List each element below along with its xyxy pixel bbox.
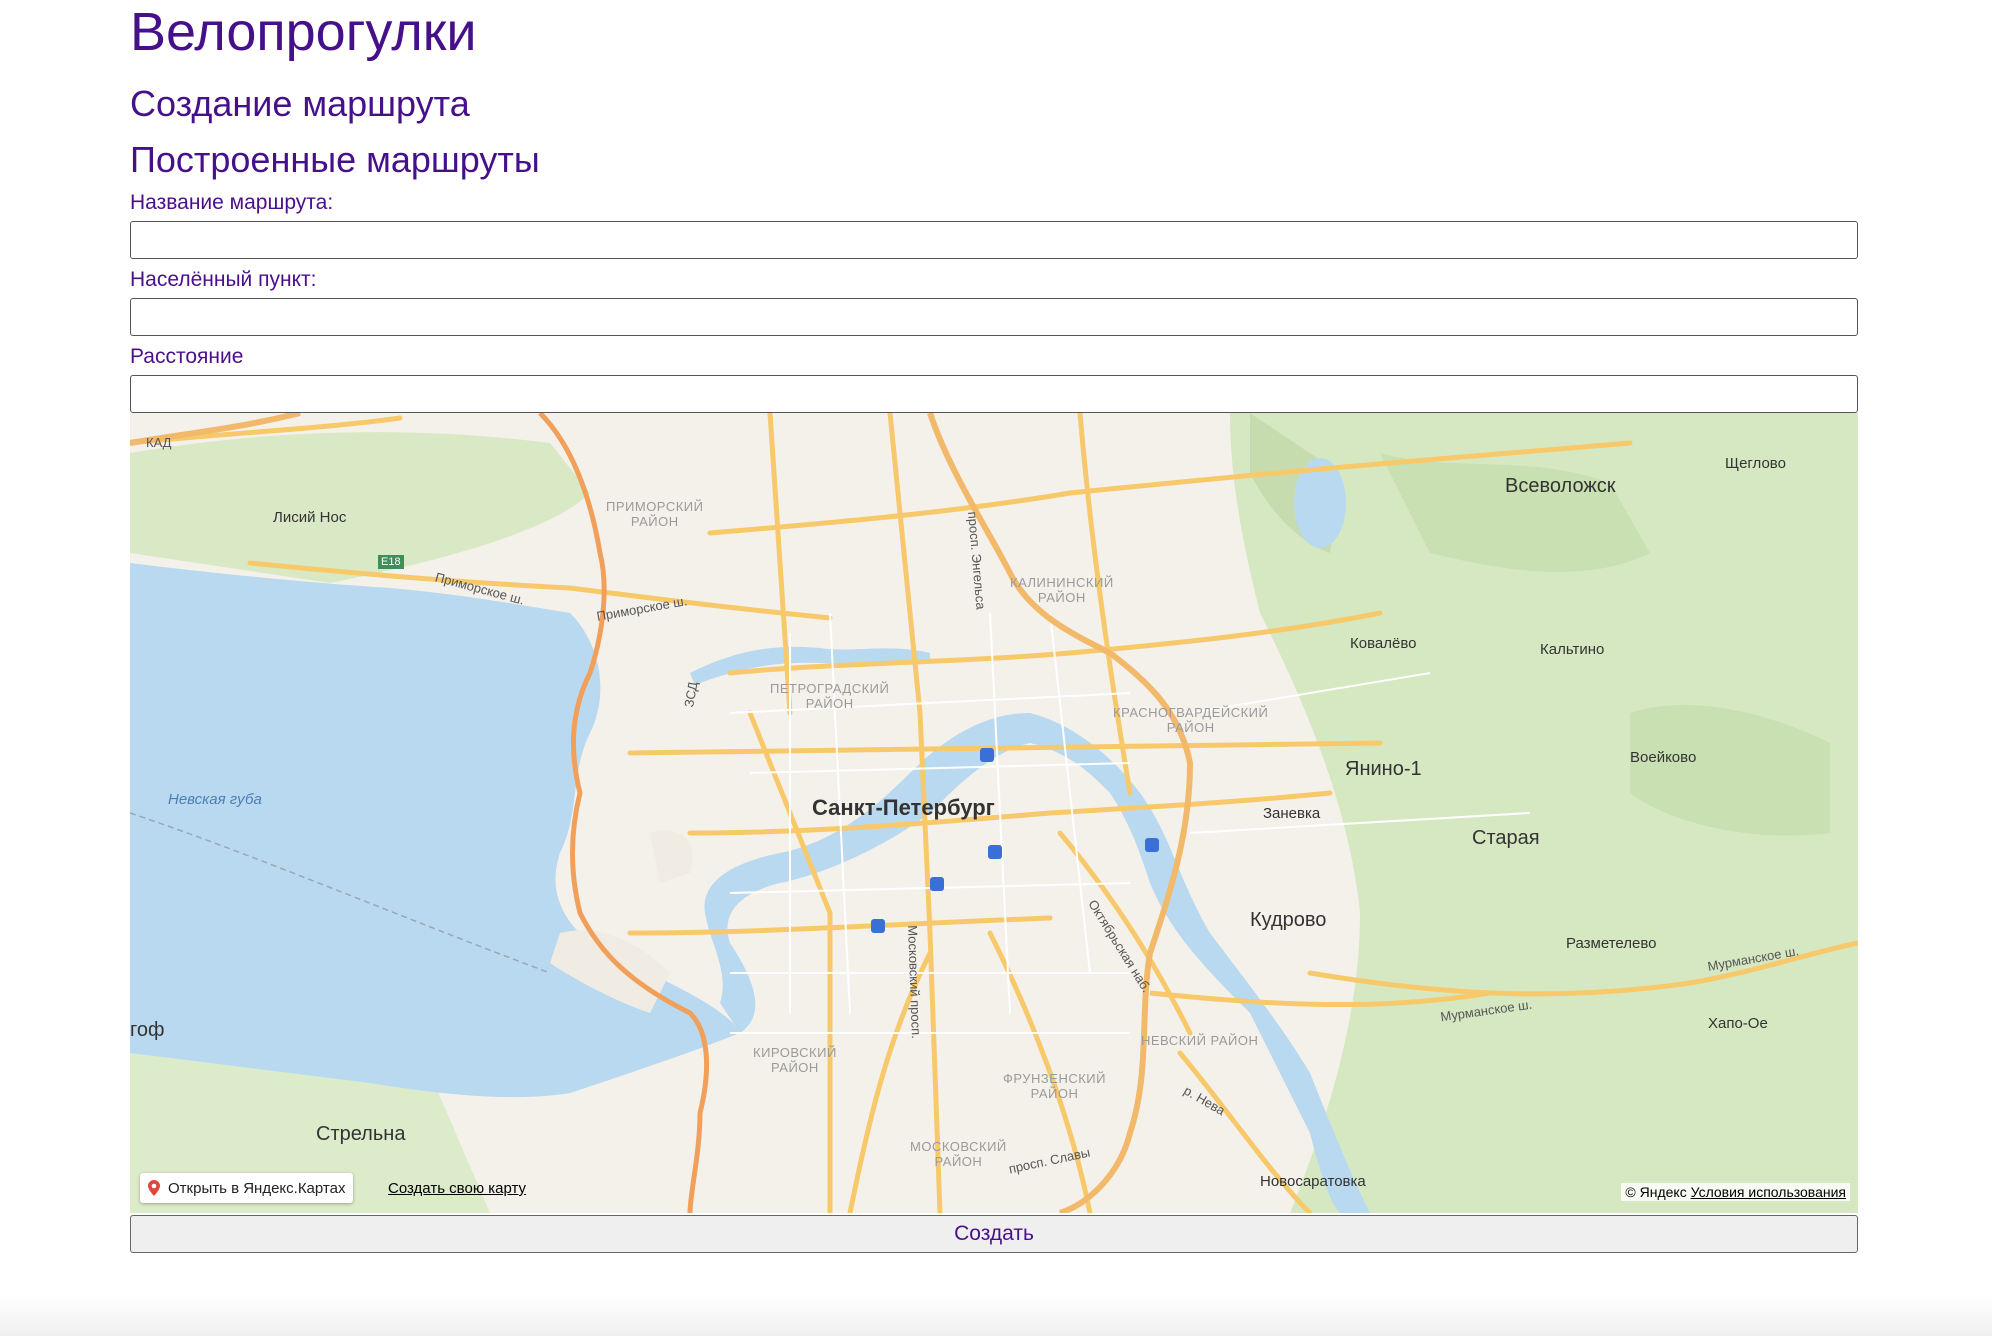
map-label-frunzensky: ФРУНЗЕНСКИЙ РАЙОН — [1003, 1071, 1106, 1101]
nav-create-route[interactable]: Создание маршрута — [130, 82, 1858, 126]
map-label-spb: Санкт-Петербург — [812, 795, 995, 820]
map-label-razmetelevo: Разметелево — [1566, 935, 1657, 952]
map-label-lisiy-nos: Лисий Нос — [273, 509, 347, 526]
open-in-yandex-label: Открыть в Яндекс.Картах — [168, 1179, 346, 1197]
map-label-strelna: Стрельна — [316, 1123, 406, 1145]
open-in-yandex-button[interactable]: Открыть в Яндекс.Картах — [140, 1173, 354, 1203]
route-map[interactable]: Санкт-Петербург Всеволожск Щеглово Лисий… — [130, 413, 1858, 1213]
map-label-khapo-oe: Хапо-Ое — [1708, 1015, 1768, 1032]
map-label-nevsky: НЕВСКИЙ РАЙОН — [1141, 1033, 1259, 1048]
map-label-kad: КАД — [146, 435, 172, 450]
map-label-kirovsky: КИРОВСКИЙ РАЙОН — [753, 1045, 837, 1075]
map-label-petergof: гоф — [130, 1019, 165, 1041]
map-label-moskovsky: МОСКОВСКИЙ РАЙОН — [910, 1139, 1007, 1169]
distance-input[interactable] — [130, 375, 1858, 413]
page-content: Велопрогулки Создание маршрута Построенн… — [130, 0, 1858, 1253]
map-label-zanevka: Заневка — [1263, 805, 1321, 822]
city-input[interactable] — [130, 298, 1858, 336]
map-label-yanino: Янино-1 — [1345, 758, 1422, 780]
map-label-staraya: Старая — [1472, 827, 1540, 849]
location-pin-icon — [148, 1180, 160, 1196]
city-label: Населённый пункт: — [130, 268, 317, 291]
map-label-kudrovo: Кудрово — [1250, 909, 1327, 931]
map-label-novosaratovka: Новосаратовка — [1260, 1173, 1366, 1190]
map-label-e18: E18 — [378, 555, 404, 569]
map-label-kalininsky: КАЛИНИНСКИЙ РАЙОН — [1010, 575, 1114, 605]
site-title: Велопрогулки — [130, 2, 477, 62]
terms-link[interactable]: Условия использования — [1691, 1184, 1846, 1200]
map-label-primorsky: ПРИМОРСКИЙ РАЙОН — [606, 499, 704, 529]
map-copyright: © Яндекс Условия использования — [1621, 1183, 1850, 1201]
create-own-map-link[interactable]: Создать свою карту — [388, 1180, 526, 1197]
copyright-text: © Яндекс — [1625, 1184, 1687, 1200]
map-label-vsevolozhsk: Всеволожск — [1505, 475, 1616, 497]
route-name-input[interactable] — [130, 221, 1858, 259]
route-name-label: Название маршрута: — [130, 191, 334, 214]
map-label-voeykovo: Воейково — [1630, 749, 1697, 766]
map-label-kaltino: Кальтино — [1540, 641, 1605, 658]
map-label-shcheglovo: Щеглово — [1725, 455, 1786, 472]
create-button[interactable]: Создать — [130, 1215, 1858, 1253]
page-bottom-shade — [0, 1296, 1992, 1336]
nav-built-routes[interactable]: Построенные маршруты — [130, 138, 1858, 182]
map-label-kovalevo: Ковалёво — [1350, 635, 1417, 652]
distance-label: Расстояние — [130, 345, 244, 368]
map-label-nevskaya-guba: Невская губа — [168, 791, 262, 808]
map-label-krasnogvardeysky: КРАСНОГВАРДЕЙСКИЙ РАЙОН — [1113, 705, 1269, 735]
map-label-petrogradsky: ПЕТРОГРАДСКИЙ РАЙОН — [770, 681, 890, 711]
